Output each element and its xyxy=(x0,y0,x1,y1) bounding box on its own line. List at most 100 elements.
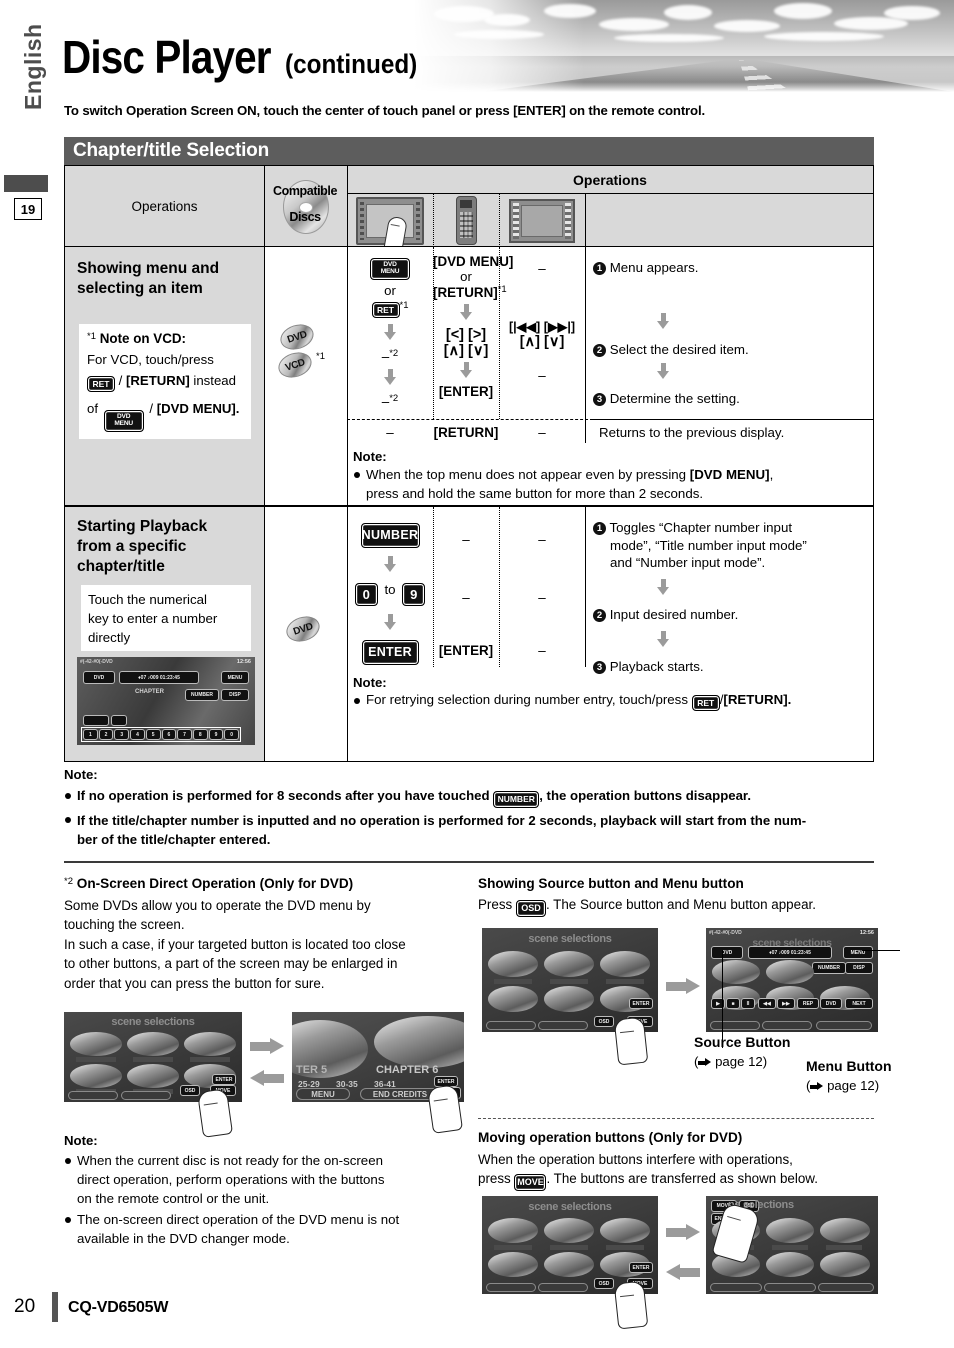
osd-menu-button[interactable]: MENU xyxy=(843,946,873,959)
num-key[interactable]: 8 xyxy=(192,729,208,740)
osd-number-button[interactable]: NUMBER xyxy=(185,689,219,701)
main-notes-label: Note: xyxy=(64,767,98,782)
dvd-menu-key-icon: DVD MENU xyxy=(103,409,144,432)
main-note-bullet-1: If no operation is performed for 8 secon… xyxy=(64,787,884,809)
source-menu-screen-before: scene selections ENTER OSD MOVE xyxy=(482,928,658,1032)
chapter-number-box: 19 xyxy=(14,198,42,220)
num-key[interactable]: 5 xyxy=(145,729,161,740)
chapter6-label: CHAPTER 6 xyxy=(376,1064,439,1076)
onscreen-p2-l1: In such a case, if your targeted button … xyxy=(64,936,406,952)
screen-osd-button[interactable]: OSD xyxy=(180,1085,200,1096)
cloud xyxy=(774,3,832,19)
page-title-continued: (continued) xyxy=(285,49,418,79)
num-key[interactable]: 1 xyxy=(83,729,98,740)
rep-button[interactable]: REP xyxy=(797,998,819,1009)
table-header-row: Operations Compatible Discs Operations xyxy=(65,166,873,254)
moving-heading: Moving operation buttons (Only for DVD) xyxy=(478,1130,743,1145)
screen-menu-button[interactable]: MENU xyxy=(296,1088,350,1100)
banner-bottom-fade xyxy=(414,82,954,92)
page-number: 20 xyxy=(14,1296,36,1317)
result-step-1: 1 Menu appears. xyxy=(593,259,867,277)
disc-vcd: VCD xyxy=(275,348,315,382)
result-step-1: 1 Toggles “Chapter number input mode”, “… xyxy=(593,519,867,572)
dotted-divider xyxy=(478,1118,874,1119)
col-header-operations-right: Operations xyxy=(347,166,873,254)
cloud xyxy=(664,5,712,20)
disc-dvd: DVD xyxy=(283,612,323,646)
num-key[interactable]: 0 xyxy=(224,729,240,740)
next-button[interactable]: ▶▶ xyxy=(777,998,795,1009)
screen-osd-button[interactable]: OSD xyxy=(594,1016,614,1027)
menu-button-callout: Menu Button xyxy=(806,1058,892,1074)
menu-button-page-ref: ( page 12) xyxy=(806,1078,880,1093)
osd-disp-button[interactable]: DISP xyxy=(845,962,873,974)
vcd-note-line2: RET / [RETURN] instead xyxy=(87,373,236,393)
section-header-bar: Chapter/title Selection xyxy=(64,137,874,165)
footer-accent-bar xyxy=(52,1292,58,1322)
dvd-button[interactable]: DVD xyxy=(820,998,842,1009)
down-arrow-icon xyxy=(657,630,669,648)
osd-disp-button[interactable]: DISP xyxy=(221,689,249,701)
row2-discs-cell: DVD xyxy=(264,507,347,761)
osd-source-button[interactable]: DVD xyxy=(83,671,115,684)
screen-osd-button[interactable]: OSD xyxy=(594,1278,614,1289)
row1-unit-col: – [|◀◀] [▶▶|] [∧] [∨] – xyxy=(508,261,576,383)
dvd-numeric-screen-mock: #(-42-#0(-DVD 12:56 DVD ♦07 ♪009 01:23:4… xyxy=(77,657,255,745)
moving-screen-after: MOVE OSD ne selections ENTER xyxy=(706,1196,878,1294)
row1-remote-col: [DVD MENU] or [RETURN]*1 [<] [>] [∧] [∨]… xyxy=(433,254,514,399)
num-key[interactable]: 6 xyxy=(161,729,177,740)
row1-discs-cell: DVD VCD *1 xyxy=(264,247,347,507)
pause-button[interactable]: II xyxy=(741,998,755,1009)
moving-line2: press MOVE. The buttons are transferred … xyxy=(478,1169,878,1192)
num-key[interactable]: 9 xyxy=(208,729,224,740)
osd-number-button[interactable]: NUMBER xyxy=(812,962,846,974)
osd-menu-button[interactable]: MENU xyxy=(221,671,249,684)
down-arrow-icon xyxy=(384,556,396,573)
num-key[interactable]: 4 xyxy=(130,729,145,740)
enter-key-icon: ENTER xyxy=(361,640,419,665)
arrow-left xyxy=(250,1070,284,1086)
down-arrow-icon xyxy=(657,363,669,380)
stop-button[interactable]: ■ xyxy=(726,998,740,1009)
source-menu-section: Showing Source button and Menu button Pr… xyxy=(478,874,878,918)
icon-cell-remote xyxy=(433,194,499,247)
screen-enter-button[interactable]: ENTER xyxy=(629,1262,653,1273)
prev-button[interactable]: ◀◀ xyxy=(758,998,776,1009)
arrow-right xyxy=(666,1224,700,1240)
num-key[interactable]: 7 xyxy=(177,729,192,740)
ret-key-icon: RET xyxy=(87,376,115,393)
cloud xyxy=(884,6,940,20)
compatible-discs-line1: Compatible xyxy=(272,184,338,198)
row2-results-col: 1 Toggles “Chapter number input mode”, “… xyxy=(593,515,867,675)
moving-line1: When the operation buttons interfere wit… xyxy=(478,1152,793,1168)
icon-cell-unit xyxy=(499,194,585,247)
osd-source-button[interactable]: DVD xyxy=(711,946,743,959)
cloud xyxy=(614,34,724,42)
down-arrow-icon xyxy=(460,362,472,379)
language-tab-bar xyxy=(4,175,48,192)
row2-unit-col: – – – xyxy=(538,532,546,658)
osd-ret-button[interactable] xyxy=(111,715,127,726)
num-key[interactable]: 3 xyxy=(114,729,130,740)
down-arrow-icon xyxy=(384,368,396,386)
onscreen-screen-before: scene selections ENTER OSD MOVE xyxy=(64,1012,242,1102)
next-page-button[interactable]: NEXT xyxy=(845,998,873,1009)
row2-title: Starting Playback from a specific chapte… xyxy=(77,518,208,575)
table-row-starting-playback: Starting Playback from a specific chapte… xyxy=(65,507,873,761)
osd-small-button[interactable] xyxy=(83,715,109,726)
num-key[interactable]: 2 xyxy=(98,729,114,740)
main-note-bullet-2: If the title/chapter number is inputted … xyxy=(64,811,884,849)
screen-enter-button[interactable]: ENTER xyxy=(212,1074,236,1085)
remote-control-icon xyxy=(455,196,477,245)
onscreen-p1-l2: touching the screen. xyxy=(64,917,185,933)
osd-info-display: ♦07 ♪009 01:23:45 xyxy=(119,671,199,684)
section-title: Chapter/title Selection xyxy=(73,140,269,161)
operations-label: Operations xyxy=(573,172,647,188)
screen-enter-button[interactable]: ENTER xyxy=(629,998,653,1009)
onscreen-heading: *2 On-Screen Direct Operation (Only for … xyxy=(64,876,354,891)
source-button-callout: Source Button xyxy=(694,1034,791,1050)
cloud xyxy=(599,18,669,31)
return-touch: – xyxy=(386,425,394,440)
touch-or-label: or xyxy=(384,282,396,298)
row2-operations-cell: NUMBER 0 to 9 ENTER – – [ENTER] – – – 1 … xyxy=(347,507,873,761)
